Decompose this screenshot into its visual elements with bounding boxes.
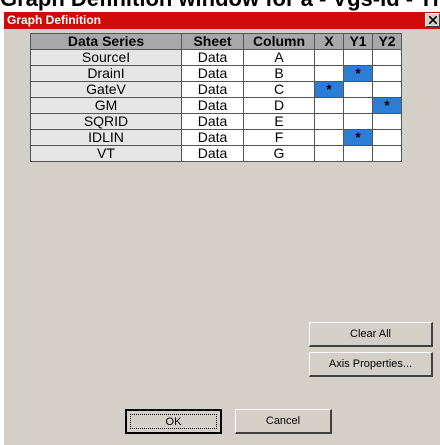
cancel-button[interactable]: Cancel — [235, 409, 332, 434]
y1-select-cell[interactable]: * — [343, 129, 373, 146]
table-row: SourceI Data A — [30, 49, 402, 66]
header-data-series: Data Series — [30, 33, 182, 50]
header-y1: Y1 — [343, 33, 373, 50]
y1-select-cell[interactable] — [343, 81, 373, 98]
close-icon — [429, 16, 437, 24]
y1-select-cell[interactable] — [343, 97, 373, 114]
x-select-cell[interactable] — [314, 65, 344, 82]
data-series-table: Data Series Sheet Column X Y1 Y2 SourceI… — [30, 33, 402, 162]
header-sheet: Sheet — [181, 33, 244, 50]
sheet-cell[interactable]: Data — [181, 65, 244, 82]
series-name-cell[interactable]: SourceI — [30, 49, 182, 66]
table-row: DrainI Data B * — [30, 65, 402, 82]
axis-properties-button[interactable]: Axis Properties... — [309, 352, 433, 377]
x-select-cell[interactable] — [314, 49, 344, 66]
graph-definition-dialog: Graph Definition Data Series Sheet Colum… — [4, 12, 440, 445]
column-cell[interactable]: A — [243, 49, 315, 66]
column-cell[interactable]: C — [243, 81, 315, 98]
header-column: Column — [243, 33, 315, 50]
y2-select-cell[interactable] — [372, 65, 402, 82]
x-select-cell[interactable]: * — [314, 81, 344, 98]
y2-select-cell[interactable] — [372, 145, 402, 162]
y2-select-cell[interactable]: * — [372, 97, 402, 114]
sheet-cell[interactable]: Data — [181, 81, 244, 98]
y2-select-cell[interactable] — [372, 113, 402, 130]
series-name-cell[interactable]: IDLIN — [30, 129, 182, 146]
y2-select-cell[interactable] — [372, 129, 402, 146]
header-x: X — [314, 33, 344, 50]
table-row: VT Data G — [30, 145, 402, 162]
header-y2: Y2 — [372, 33, 402, 50]
series-name-cell[interactable]: VT — [30, 145, 182, 162]
column-cell[interactable]: E — [243, 113, 315, 130]
column-cell[interactable]: D — [243, 97, 315, 114]
table-row: GateV Data C * — [30, 81, 402, 98]
close-button[interactable] — [425, 13, 440, 27]
sheet-cell[interactable]: Data — [181, 113, 244, 130]
table-row: IDLIN Data F * — [30, 129, 402, 146]
series-name-cell[interactable]: SQRID — [30, 113, 182, 130]
sheet-cell[interactable]: Data — [181, 49, 244, 66]
y2-select-cell[interactable] — [372, 49, 402, 66]
column-cell[interactable]: G — [243, 145, 315, 162]
y1-select-cell[interactable] — [343, 145, 373, 162]
sheet-cell[interactable]: Data — [181, 129, 244, 146]
column-cell[interactable]: F — [243, 129, 315, 146]
column-cell[interactable]: B — [243, 65, 315, 82]
y1-select-cell[interactable] — [343, 113, 373, 130]
clear-all-button[interactable]: Clear All — [309, 322, 433, 347]
background-caption: Graph Definition window for a - Vgs-Id -… — [0, 0, 440, 12]
x-select-cell[interactable] — [314, 113, 344, 130]
y2-select-cell[interactable] — [372, 81, 402, 98]
ok-button-label: OK — [130, 414, 217, 429]
sheet-cell[interactable]: Data — [181, 145, 244, 162]
x-select-cell[interactable] — [314, 97, 344, 114]
title-bar[interactable]: Graph Definition — [4, 12, 440, 29]
series-name-cell[interactable]: DrainI — [30, 65, 182, 82]
table-row: SQRID Data E — [30, 113, 402, 130]
window-title: Graph Definition — [7, 13, 101, 27]
series-name-cell[interactable]: GM — [30, 97, 182, 114]
y1-select-cell[interactable] — [343, 49, 373, 66]
sheet-cell[interactable]: Data — [181, 97, 244, 114]
y1-select-cell[interactable]: * — [343, 65, 373, 82]
ok-button[interactable]: OK — [125, 409, 222, 434]
x-select-cell[interactable] — [314, 129, 344, 146]
x-select-cell[interactable] — [314, 145, 344, 162]
table-header-row: Data Series Sheet Column X Y1 Y2 — [30, 33, 402, 50]
table-row: GM Data D * — [30, 97, 402, 114]
series-name-cell[interactable]: GateV — [30, 81, 182, 98]
